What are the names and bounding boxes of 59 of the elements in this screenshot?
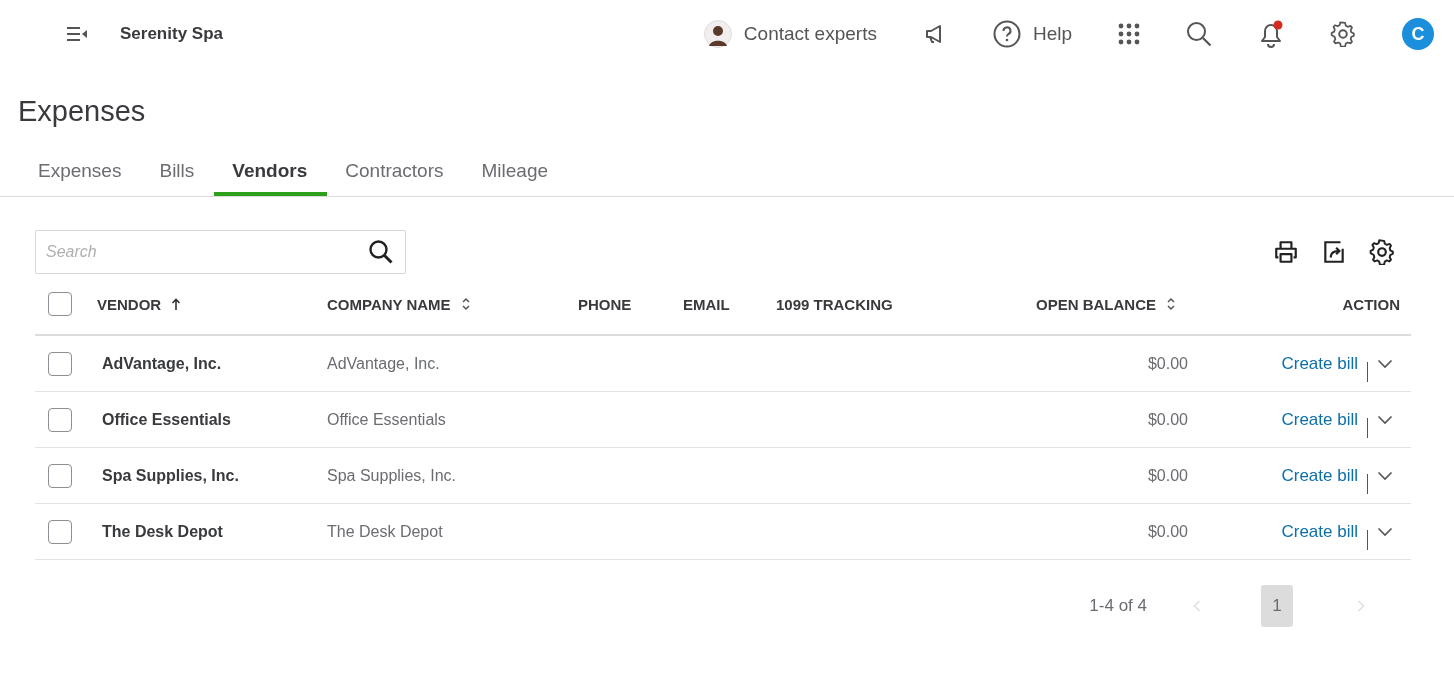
user-avatar[interactable]: C	[1402, 18, 1434, 50]
tab[interactable]: Vendors	[214, 154, 328, 196]
company-name-cell: AdVantage, Inc.	[327, 354, 440, 373]
settings-icon[interactable]	[1330, 21, 1356, 47]
column-header: ACTION	[1342, 295, 1400, 313]
company-name: Serenity Spa	[120, 24, 223, 44]
tab[interactable]: Bills	[141, 154, 215, 196]
row-checkbox[interactable]	[48, 351, 72, 376]
print-icon[interactable]	[1273, 239, 1299, 265]
company-name-cell: The Desk Depot	[327, 522, 443, 541]
column-header: EMAIL	[683, 295, 730, 313]
sort-icon[interactable]	[1166, 297, 1176, 311]
contact-experts-button[interactable]: Contact experts	[703, 20, 877, 48]
column-header: PHONE	[578, 295, 632, 313]
row-checkbox[interactable]	[48, 407, 72, 432]
help-button[interactable]: Help	[992, 20, 1072, 48]
vendor-name: The Desk Depot	[102, 522, 223, 541]
open-balance: $0.00	[1147, 522, 1188, 541]
vendor-name: Office Essentials	[102, 410, 231, 429]
search-field[interactable]: Search	[35, 230, 406, 274]
tab[interactable]: Expenses	[20, 154, 142, 196]
select-all-checkbox[interactable]	[48, 292, 72, 316]
open-balance: $0.00	[1147, 410, 1188, 429]
create-bill-link[interactable]: Create bill	[1281, 521, 1358, 542]
sort-icon[interactable]	[460, 297, 471, 311]
vendor-name: AdVantage, Inc.	[102, 354, 222, 373]
create-bill-link[interactable]: Create bill	[1281, 409, 1358, 430]
create-bill-link[interactable]: Create bill	[1281, 353, 1358, 374]
bell-icon[interactable]	[1258, 20, 1284, 48]
chevron-down-icon[interactable]	[1377, 470, 1393, 481]
page-title: Expenses	[18, 94, 147, 129]
person-icon	[703, 20, 732, 48]
column-header: 1099 TRACKING	[776, 295, 893, 313]
row-checkbox[interactable]	[48, 463, 72, 488]
chevron-down-icon[interactable]	[1377, 414, 1393, 425]
search-icon[interactable]	[1186, 21, 1212, 47]
settings-icon[interactable]	[1369, 239, 1395, 265]
tab[interactable]: Mileage	[463, 154, 569, 196]
menu-icon[interactable]	[66, 26, 88, 42]
open-balance: $0.00	[1147, 466, 1188, 485]
create-bill-link[interactable]: Create bill	[1281, 465, 1358, 486]
page-range: 1-4 of 4	[1089, 596, 1147, 616]
row-checkbox[interactable]	[48, 519, 72, 544]
tab[interactable]: Contractors	[327, 154, 464, 196]
chevron-down-icon[interactable]	[1377, 526, 1393, 537]
column-header[interactable]: OPEN BALANCE	[1036, 295, 1156, 313]
chevron-down-icon[interactable]	[1377, 358, 1393, 369]
open-balance: $0.00	[1147, 354, 1188, 373]
page-button[interactable]: 1	[1261, 585, 1293, 627]
vendor-name: Spa Supplies, Inc.	[102, 466, 239, 485]
apps-grid-icon[interactable]	[1118, 23, 1140, 45]
company-name-cell: Office Essentials	[327, 410, 446, 429]
column-header[interactable]: COMPANY NAME	[327, 295, 451, 313]
export-icon[interactable]	[1321, 239, 1347, 265]
sort-ascending-icon[interactable]	[171, 298, 182, 310]
column-header[interactable]: VENDOR	[97, 295, 162, 313]
company-name-cell: Spa Supplies, Inc.	[327, 466, 456, 485]
help-icon	[992, 20, 1021, 48]
search-icon[interactable]	[368, 239, 394, 265]
